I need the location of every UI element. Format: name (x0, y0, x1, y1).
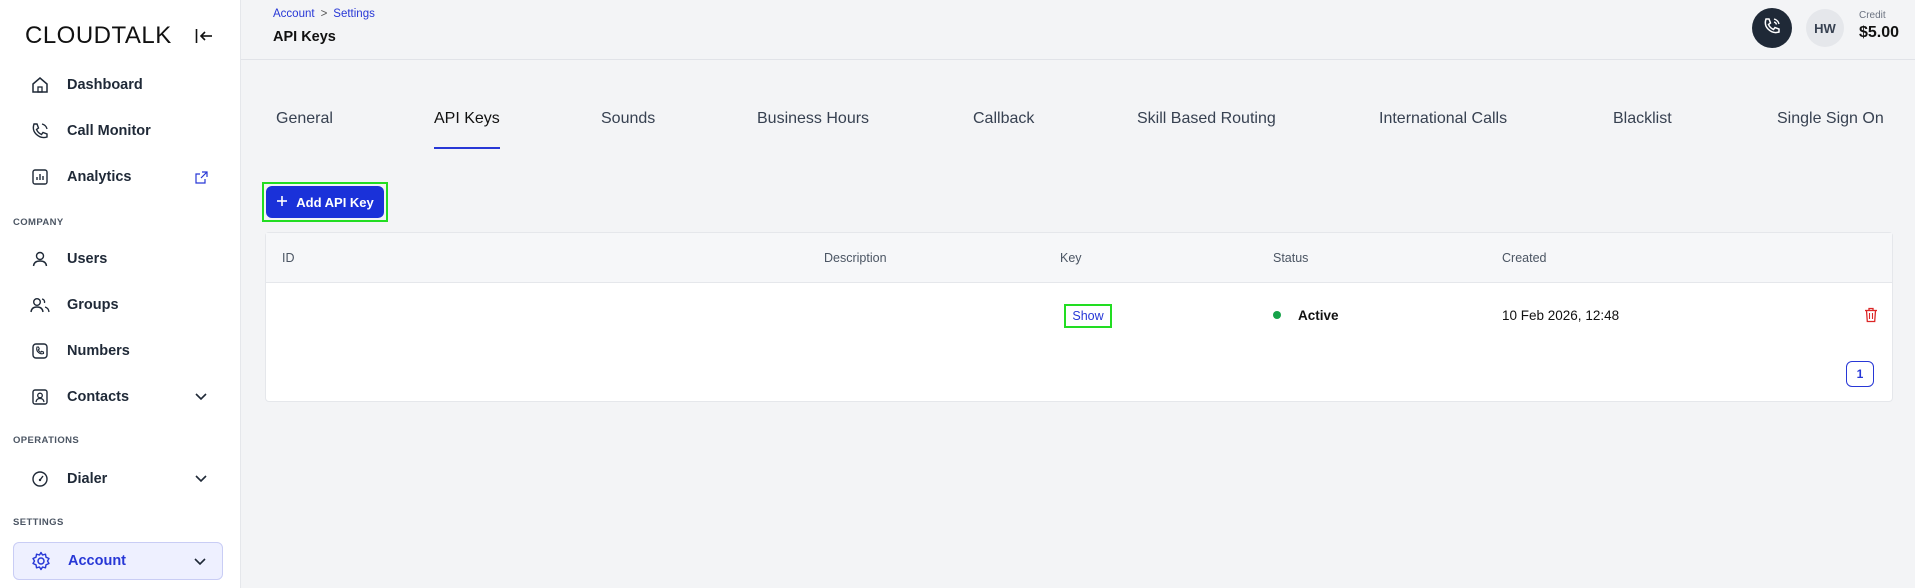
sidebar-item-dialer[interactable]: Dialer (13, 460, 223, 498)
phone-call-button[interactable] (1752, 8, 1792, 48)
tab-general[interactable]: General (276, 110, 333, 150)
section-label-settings: SETTINGS (13, 517, 64, 528)
sidebar-item-label: Contacts (67, 389, 130, 405)
tab-blacklist[interactable]: Blacklist (1613, 110, 1672, 150)
credit-label: Credit (1859, 10, 1886, 21)
user-avatar[interactable]: HW (1806, 9, 1844, 47)
sidebar-item-call-monitor[interactable]: Call Monitor (13, 112, 223, 150)
table-header: ID Description Key Status Created (266, 233, 1892, 283)
section-label-company: COMPANY (13, 217, 64, 228)
cloudtalk-logo: CLOUDTALK (25, 22, 172, 49)
phone-book-icon (29, 340, 51, 362)
gear-icon (30, 550, 52, 572)
sidebar-item-label: Dashboard (67, 77, 143, 93)
sidebar-item-label: Dialer (67, 471, 108, 487)
column-header-id: ID (282, 251, 295, 265)
phone-icon (1762, 16, 1782, 41)
tab-single-sign-on[interactable]: Single Sign On (1777, 110, 1884, 150)
gauge-icon (29, 468, 51, 490)
sidebar-item-label: Groups (67, 297, 119, 313)
column-header-key: Key (1060, 251, 1082, 265)
add-api-key-label: Add API Key (296, 194, 374, 210)
external-link-icon (193, 169, 209, 185)
chevron-down-icon (193, 471, 209, 487)
pagination-page-1[interactable]: 1 (1846, 361, 1874, 387)
cell-status: Active (1298, 308, 1339, 323)
tab-business-hours[interactable]: Business Hours (757, 110, 869, 150)
chevron-down-icon (193, 389, 209, 405)
chevron-down-icon (192, 554, 208, 570)
tab-callback[interactable]: Callback (973, 110, 1034, 150)
breadcrumb: Account > Settings (273, 8, 375, 20)
sidebar-item-users[interactable]: Users (13, 240, 223, 278)
status-active-dot (1273, 311, 1281, 319)
breadcrumb-settings-link[interactable]: Settings (333, 8, 375, 20)
breadcrumb-account-link[interactable]: Account (273, 8, 315, 20)
users-group-icon (29, 294, 51, 316)
api-keys-table: ID Description Key Status Created Show A… (265, 232, 1893, 402)
section-label-operations: OPERATIONS (13, 435, 80, 446)
user-icon (29, 248, 51, 270)
sidebar-item-label: Numbers (67, 343, 130, 359)
collapse-sidebar-icon[interactable] (193, 25, 215, 47)
phone-monitor-icon (29, 120, 51, 142)
sidebar-item-account[interactable]: Account (13, 542, 223, 580)
sidebar-item-label: Analytics (67, 169, 132, 185)
sidebar: CLOUDTALK Dashboard Call Monitor Analyti… (0, 0, 241, 588)
tab-skill-based-routing[interactable]: Skill Based Routing (1137, 110, 1276, 150)
plus-icon (276, 195, 288, 210)
credit-value: $5.00 (1859, 24, 1900, 41)
tab-international-calls[interactable]: International Calls (1379, 110, 1507, 150)
top-header: Account > Settings API Keys (241, 0, 1915, 60)
trash-icon[interactable] (1862, 306, 1880, 324)
sidebar-item-contacts[interactable]: Contacts (13, 378, 223, 416)
contact-card-icon (29, 386, 51, 408)
logo-row: CLOUDTALK (25, 22, 215, 49)
column-header-description: Description (824, 251, 887, 265)
cell-created: 10 Feb 2026, 12:48 (1502, 308, 1620, 323)
add-api-key-button[interactable]: Add API Key (266, 186, 384, 218)
tab-api-keys[interactable]: API Keys (434, 110, 500, 150)
sidebar-item-numbers[interactable]: Numbers (13, 332, 223, 370)
sidebar-item-label: Users (67, 251, 108, 267)
sidebar-item-label: Account (68, 553, 126, 569)
home-icon (29, 74, 51, 96)
sidebar-item-groups[interactable]: Groups (13, 286, 223, 324)
sidebar-item-analytics[interactable]: Analytics (13, 158, 223, 196)
column-header-status: Status (1273, 251, 1309, 265)
sidebar-item-label: Call Monitor (67, 123, 151, 139)
sidebar-item-dashboard[interactable]: Dashboard (13, 66, 223, 104)
column-header-created: Created (1502, 251, 1547, 265)
breadcrumb-separator: > (320, 8, 328, 20)
tab-sounds[interactable]: Sounds (601, 110, 655, 150)
show-key-link[interactable]: Show (1064, 304, 1112, 328)
chart-icon (29, 166, 51, 188)
add-api-key-button-highlight: Add API Key (262, 182, 388, 222)
page-title: API Keys (273, 29, 336, 45)
